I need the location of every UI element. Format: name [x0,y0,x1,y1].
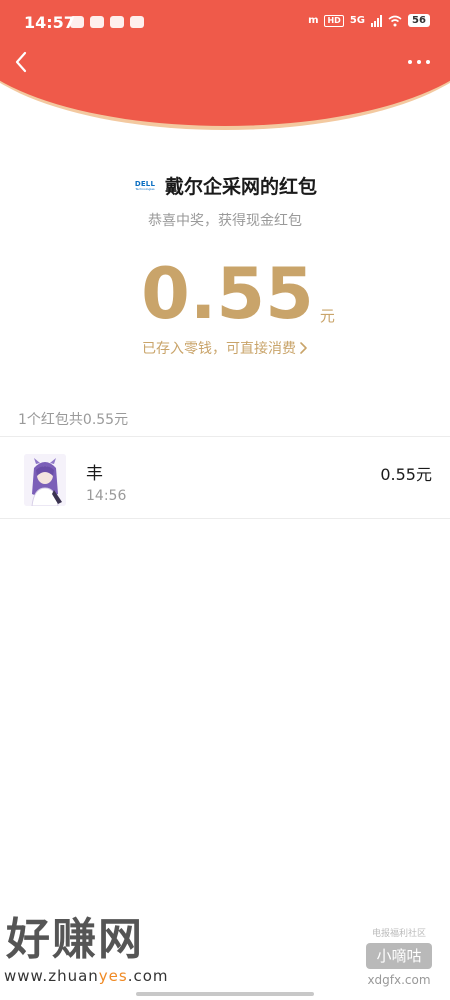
watermark-left-url: www.zhuanyes.com [4,967,194,985]
list-item[interactable]: 丰 14:56 0.55元 [0,440,450,518]
signal-icon [371,14,382,27]
amount-display: 0.55 元 [0,254,450,334]
wallet-link-label: 已存入零钱，可直接消费 [142,341,296,357]
status-indicators: m HD 5G 56 [308,14,430,27]
wifi-icon [388,15,402,26]
network-type: 5G [349,15,365,26]
packet-summary: 1个红包共0.55元 [18,412,129,428]
watermark-right: 电报福利社区 小嘀咕 xdgfx.com [356,926,442,996]
more-dots-icon[interactable] [408,60,430,64]
watermark-left-title: 好赚网 [6,914,144,965]
carrier-badge: m [308,15,319,26]
crown-icon [110,16,124,28]
record-time: 14:56 [86,488,127,504]
sender-row: DELL Technologies 戴尔企采网的红包 [0,172,450,199]
chevron-right-icon [300,342,307,354]
home-indicator[interactable] [136,992,314,996]
watermark-url-prefix: www.zhuan [4,967,99,985]
record-amount: 0.55元 [380,465,432,484]
avatar-image [24,454,66,506]
divider [0,518,450,519]
sender-title: 戴尔企采网的红包 [164,176,317,198]
app-icon [130,16,144,28]
status-time: 14:57 [24,13,75,32]
message-icon [90,16,104,28]
red-packet-detail-screen: 14:57 m HD 5G 56 DELL Technologies 戴尔企采网… [0,0,450,1000]
amount-value: 0.55 [141,253,314,335]
wallet-link[interactable]: 已存入零钱，可直接消费 [0,338,450,358]
wechat-icon [70,16,84,28]
status-bar: 14:57 m HD 5G 56 [0,0,450,48]
watermark-right-small: 电报福利社区 [371,929,426,939]
battery-icon: 56 [408,14,430,27]
hd-badge: HD [324,14,344,27]
amount-unit: 元 [319,307,335,325]
congrats-subtitle: 恭喜中奖，获得现金红包 [148,213,302,229]
watermark-right-url: xdgfx.com [367,973,431,987]
dell-logo-subtext: Technologies [135,186,155,191]
watermark-url-suffix: .com [127,967,169,985]
watermark-right-box: 小嘀咕 [366,943,432,969]
sender-name: 丰 [86,464,103,484]
notification-icons [70,16,144,28]
avatar[interactable] [24,454,66,506]
watermark-left: 好赚网 www.zhuanyes.com [4,915,194,990]
watermark-url-accent: yes [98,967,128,985]
divider [0,436,450,437]
back-icon[interactable] [12,50,32,74]
dell-logo: DELL Technologies [133,177,157,195]
